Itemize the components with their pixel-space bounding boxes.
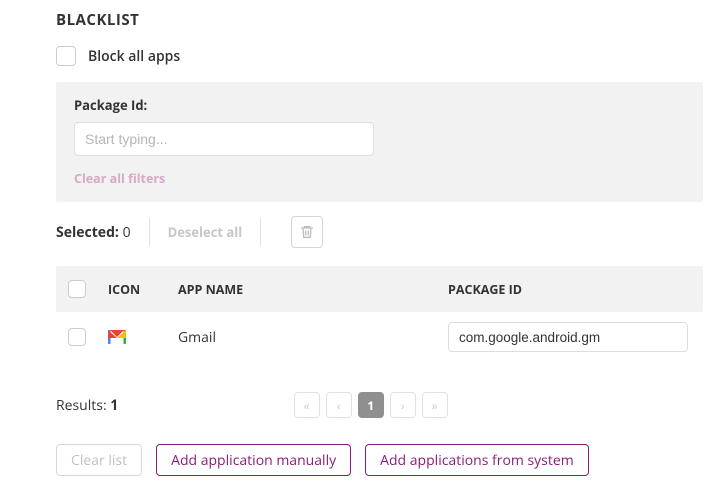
chevron-double-right-icon: » bbox=[432, 397, 438, 414]
results-label: Results: bbox=[56, 396, 107, 415]
delete-selected-button[interactable] bbox=[291, 216, 323, 248]
selected-count: 0 bbox=[123, 223, 131, 242]
selection-bar: Selected: 0 Deselect all bbox=[56, 216, 703, 248]
add-applications-from-system-button[interactable]: Add applications from system bbox=[365, 444, 589, 476]
chevron-double-left-icon: « bbox=[304, 397, 310, 414]
block-all-checkbox[interactable] bbox=[56, 46, 76, 66]
col-pkg-header: PACKAGE ID bbox=[448, 281, 691, 298]
pager-prev-button[interactable]: ‹ bbox=[326, 392, 352, 418]
package-id-input[interactable] bbox=[74, 122, 374, 156]
table-row: Gmail bbox=[56, 312, 703, 362]
package-id-field[interactable] bbox=[448, 322, 688, 352]
clear-list-button[interactable]: Clear list bbox=[56, 444, 142, 476]
row-checkbox[interactable] bbox=[68, 328, 86, 346]
col-icon-header: ICON bbox=[108, 281, 178, 298]
trash-icon bbox=[299, 224, 315, 240]
pager-first-button[interactable]: « bbox=[294, 392, 320, 418]
app-name-cell: Gmail bbox=[178, 328, 448, 347]
add-application-manually-button[interactable]: Add application manually bbox=[156, 444, 351, 476]
chevron-left-icon: ‹ bbox=[337, 397, 341, 414]
pager-page-1[interactable]: 1 bbox=[358, 392, 384, 418]
action-row: Clear list Add application manually Add … bbox=[56, 444, 703, 476]
filter-panel: Package Id: Clear all filters bbox=[56, 82, 703, 202]
selected-label-text: Selected: bbox=[56, 223, 119, 242]
select-all-checkbox[interactable] bbox=[68, 280, 86, 298]
pager-next-button[interactable]: › bbox=[390, 392, 416, 418]
filter-label: Package Id: bbox=[74, 96, 685, 114]
gmail-icon bbox=[108, 330, 126, 344]
col-name-header: APP NAME bbox=[178, 281, 448, 298]
selected-label: Selected: 0 bbox=[56, 223, 131, 242]
deselect-all-link[interactable]: Deselect all bbox=[168, 223, 243, 241]
results-pager-row: Results: 1 « ‹ 1 › » bbox=[56, 392, 703, 418]
block-all-row: Block all apps bbox=[56, 46, 703, 66]
section-title: BLACKLIST bbox=[56, 10, 703, 30]
clear-filters-link[interactable]: Clear all filters bbox=[74, 170, 165, 187]
divider bbox=[149, 218, 150, 246]
pager: « ‹ 1 › » bbox=[294, 392, 448, 418]
chevron-right-icon: › bbox=[401, 397, 405, 414]
results-text: Results: 1 bbox=[56, 396, 118, 415]
table-header: ICON APP NAME PACKAGE ID bbox=[56, 266, 703, 312]
pager-last-button[interactable]: » bbox=[422, 392, 448, 418]
block-all-label[interactable]: Block all apps bbox=[88, 47, 180, 66]
divider bbox=[260, 218, 261, 246]
results-count: 1 bbox=[110, 396, 118, 415]
